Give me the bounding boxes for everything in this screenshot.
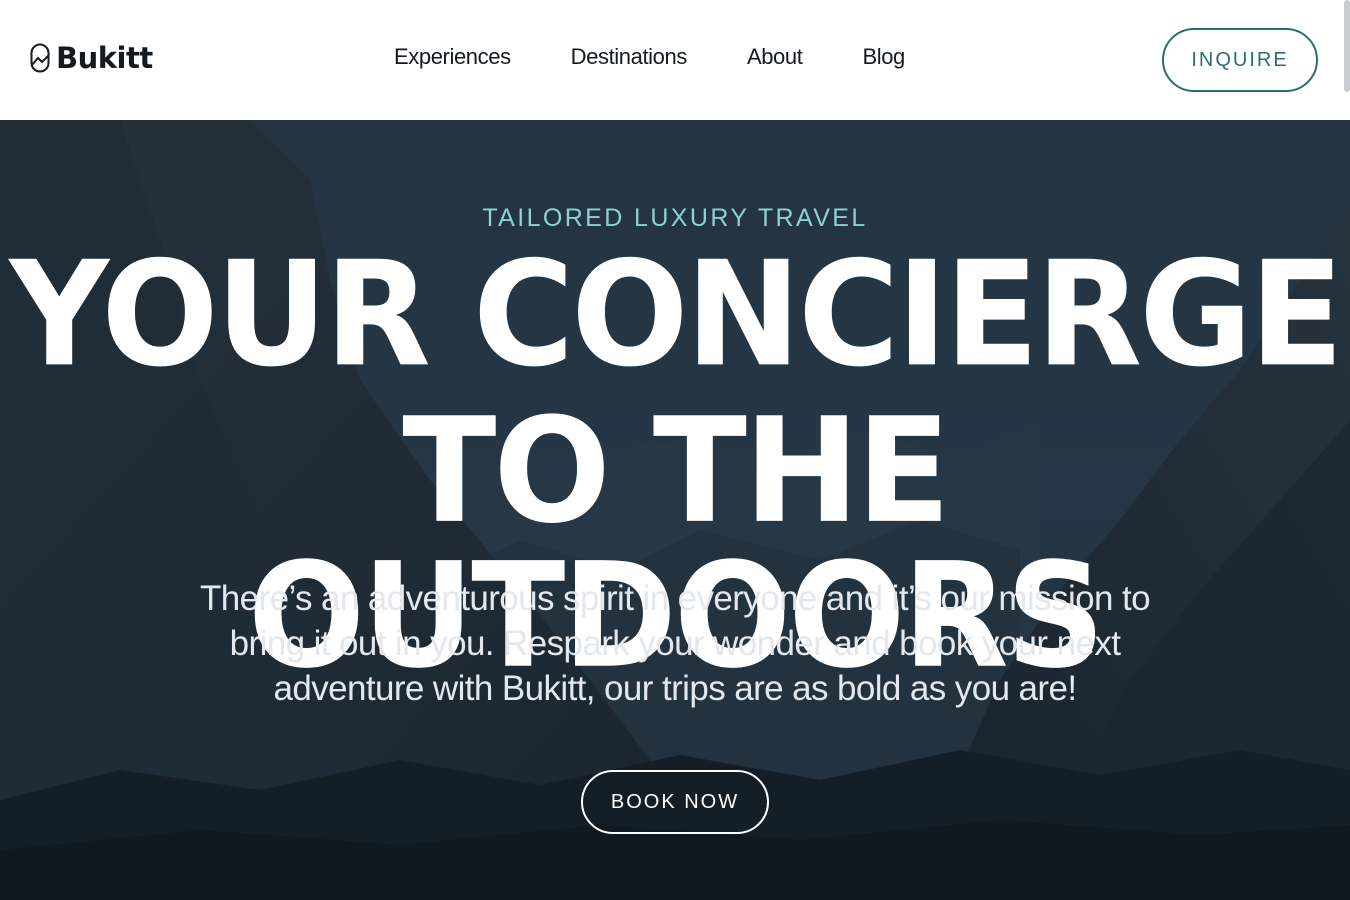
logo-wordmark: Bukitt xyxy=(56,41,153,75)
hero-eyebrow: TAILORED LUXURY TRAVEL xyxy=(482,204,868,232)
hero-headline-line1: YOUR CONCIERGE xyxy=(9,229,1343,399)
hero-section: TAILORED LUXURY TRAVEL YOUR CONCIERGE TO… xyxy=(0,120,1350,900)
main-nav: Experiences Destinations About Blog xyxy=(394,44,905,70)
inquire-button[interactable]: INQUIRE xyxy=(1162,28,1318,92)
nav-about[interactable]: About xyxy=(747,44,803,70)
scrollbar-thumb[interactable] xyxy=(1344,0,1350,92)
hero-subtitle: There’s an adventurous spirit in everyon… xyxy=(200,579,1151,708)
logo[interactable]: Bukitt xyxy=(30,41,153,75)
nav-blog[interactable]: Blog xyxy=(862,44,905,70)
nav-destinations[interactable]: Destinations xyxy=(571,44,688,70)
site-header: Bukitt Experiences Destinations About Bl… xyxy=(0,0,1350,120)
capsule-mountain-logo-icon xyxy=(30,43,50,73)
nav-experiences[interactable]: Experiences xyxy=(394,44,511,70)
book-now-button[interactable]: BOOK NOW xyxy=(581,770,769,834)
